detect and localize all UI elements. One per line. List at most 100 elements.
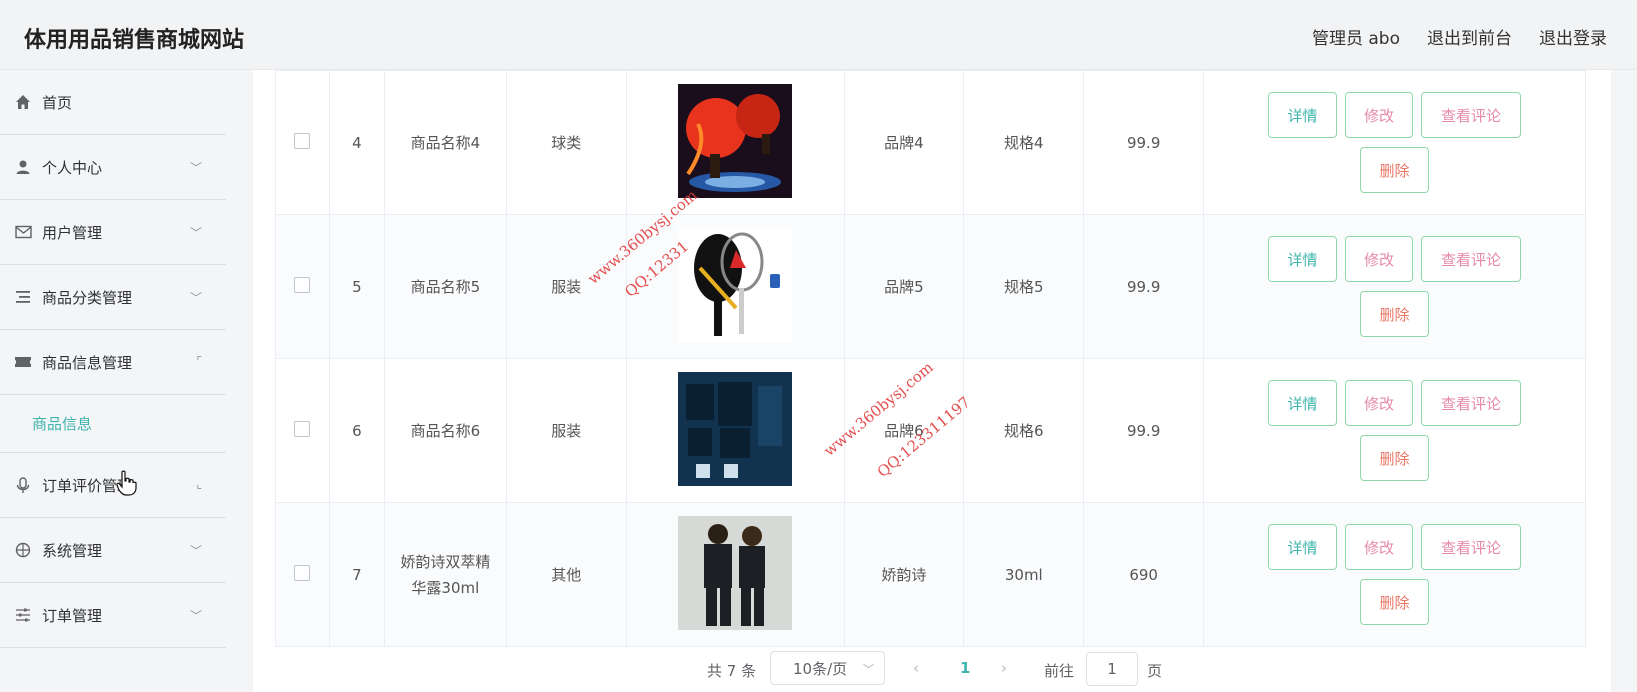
chevron-down-icon: ﹀ xyxy=(863,663,874,676)
sidebar-item-personal[interactable]: 个人中心 ﹀ xyxy=(0,135,226,200)
detail-button[interactable]: 详情 xyxy=(1268,380,1338,426)
sidebar-item-label: 商品信息管理 xyxy=(42,353,133,372)
view-reviews-button[interactable]: 查看评论 xyxy=(1421,236,1522,282)
view-reviews-button[interactable]: 查看评论 xyxy=(1421,524,1522,570)
cell-spec: 规格5 xyxy=(963,214,1085,359)
row-actions: 详情 修改 查看评论 删除 xyxy=(1265,236,1525,337)
product-image-tracksuit xyxy=(678,515,793,630)
page-number-current[interactable]: 1 xyxy=(960,659,970,677)
cell-id: 6 xyxy=(328,358,385,503)
cell-category: 服装 xyxy=(505,358,627,503)
ticket-icon xyxy=(14,353,32,371)
view-reviews-button[interactable]: 查看评论 xyxy=(1421,380,1522,426)
chevron-down-icon: ﹀ xyxy=(189,291,202,305)
sidebar-item-goods[interactable]: 商品信息管理 ⌜ xyxy=(0,330,226,395)
top-header: 体用用品销售商城网站 管理员 abo 退出到前台 退出登录 xyxy=(0,0,1637,70)
edit-button[interactable]: 修改 xyxy=(1345,236,1414,282)
cell-brand: 品牌4 xyxy=(843,70,965,215)
list-icon xyxy=(14,288,32,306)
chevron-down-icon: ﹀ xyxy=(189,161,202,175)
cell-spec: 30ml xyxy=(963,502,1085,647)
row-actions: 详情 修改 查看评论 删除 xyxy=(1265,524,1525,625)
cell-spec: 规格4 xyxy=(963,70,1085,215)
cell-name: 商品名称6 xyxy=(383,358,507,503)
product-image-jersey xyxy=(678,371,793,486)
page-size-value: 10条/页 xyxy=(793,659,848,678)
hand-cursor-icon xyxy=(116,470,137,496)
cell-brand: 品牌6 xyxy=(843,358,965,503)
admin-label: 管理员 abo xyxy=(1311,29,1400,49)
goods-table: 4 商品名称4 球类 品牌4 规格4 99.9 详情 修改 查看评论 删除 5 … xyxy=(275,70,1586,647)
cell-id: 7 xyxy=(328,502,385,647)
next-page-icon[interactable]: › xyxy=(1001,659,1007,677)
row-checkbox[interactable] xyxy=(294,276,311,293)
chevron-down-icon: ⌞ xyxy=(196,477,202,491)
cell-category: 其他 xyxy=(505,502,627,647)
sidebar-item-label: 首页 xyxy=(42,93,73,112)
sidebar-subitem-goods-info[interactable]: 商品信息 xyxy=(0,395,226,453)
exit-to-front-link[interactable]: 退出到前台 xyxy=(1427,24,1512,49)
row-checkbox[interactable] xyxy=(294,420,311,437)
table-row: 7 娇韵诗双萃精华露30ml 其他 娇韵诗 30ml 690 详情 修改 查看评… xyxy=(275,502,1586,647)
row-checkbox[interactable] xyxy=(294,132,311,149)
table-row: 5 商品名称5 服装 品牌5 规格5 99.9 详情 修改 查看评论 删除 xyxy=(275,214,1586,359)
page-size-select[interactable]: 10条/页 ﹀ xyxy=(770,651,885,685)
sidebar-item-label: 订单管理 xyxy=(42,606,103,625)
detail-button[interactable]: 详情 xyxy=(1268,236,1338,282)
row-checkbox[interactable] xyxy=(294,564,311,581)
cell-id: 4 xyxy=(328,70,385,215)
chevron-up-icon: ⌜ xyxy=(196,354,202,368)
delete-button[interactable]: 删除 xyxy=(1360,579,1430,625)
sidebar-item-orders[interactable]: 订单管理 ﹀ xyxy=(0,583,226,648)
user-icon xyxy=(14,158,32,176)
logout-link[interactable]: 退出登录 xyxy=(1539,24,1607,49)
chevron-down-icon: ﹀ xyxy=(189,544,202,558)
product-image-racket xyxy=(678,227,793,342)
pagination: 共 7 条 10条/页 ﹀ ‹ 1 › 前往 1 页 xyxy=(253,648,1611,692)
cell-spec: 规格6 xyxy=(963,358,1085,503)
sidebar: 首页 个人中心 ﹀ 用户管理 ﹀ 商品分类管理 ﹀ 商品信息管理 ⌜ 商品信息 … xyxy=(0,70,226,692)
goto-unit: 页 xyxy=(1147,662,1163,680)
cell-name: 商品名称4 xyxy=(383,70,507,215)
detail-button[interactable]: 详情 xyxy=(1268,524,1338,570)
home-icon xyxy=(14,93,32,111)
sidebar-item-category[interactable]: 商品分类管理 ﹀ xyxy=(0,265,226,330)
header-actions: 管理员 abo 退出到前台 退出登录 xyxy=(1312,24,1607,49)
pagination-total: 共 7 条 xyxy=(707,662,757,680)
sidebar-item-home[interactable]: 首页 xyxy=(0,70,226,135)
cell-price: 99.9 xyxy=(1083,214,1205,359)
chevron-down-icon: ﹀ xyxy=(189,609,202,623)
main-content: 4 商品名称4 球类 品牌4 规格4 99.9 详情 修改 查看评论 删除 5 … xyxy=(253,70,1611,692)
table-row: 6 商品名称6 服装 品牌6 规格6 99.9 详情 修改 查看评论 删除 xyxy=(275,358,1586,503)
cell-brand: 娇韵诗 xyxy=(843,502,965,647)
prev-page-icon[interactable]: ‹ xyxy=(913,659,919,677)
table-row: 4 商品名称4 球类 品牌4 规格4 99.9 详情 修改 查看评论 删除 xyxy=(275,70,1586,215)
cell-price: 690 xyxy=(1083,502,1205,647)
sidebar-item-label: 用户管理 xyxy=(42,223,103,242)
site-title: 体用用品销售商城网站 xyxy=(24,28,245,53)
view-reviews-button[interactable]: 查看评论 xyxy=(1421,92,1522,138)
cell-name: 娇韵诗双萃精华露30ml xyxy=(383,502,507,647)
sidebar-item-users[interactable]: 用户管理 ﹀ xyxy=(0,200,226,265)
cell-brand: 品牌5 xyxy=(843,214,965,359)
microphone-icon xyxy=(14,476,32,494)
edit-button[interactable]: 修改 xyxy=(1345,524,1414,570)
goto-page-input[interactable]: 1 xyxy=(1086,652,1138,686)
cell-name-text: 娇韵诗双萃精华露30ml xyxy=(400,552,491,597)
row-actions: 详情 修改 查看评论 删除 xyxy=(1265,380,1525,481)
sliders-icon xyxy=(14,606,32,624)
sidebar-item-order-review[interactable]: 订单评价管理 ⌞ xyxy=(0,453,226,518)
delete-button[interactable]: 删除 xyxy=(1360,435,1430,481)
row-actions: 详情 修改 查看评论 删除 xyxy=(1265,92,1525,193)
mail-icon xyxy=(14,223,32,241)
delete-button[interactable]: 删除 xyxy=(1360,291,1430,337)
goto-label: 前往 xyxy=(1044,662,1075,680)
detail-button[interactable]: 详情 xyxy=(1268,92,1338,138)
edit-button[interactable]: 修改 xyxy=(1345,380,1414,426)
delete-button[interactable]: 删除 xyxy=(1360,147,1430,193)
cell-name: 商品名称5 xyxy=(383,214,507,359)
sidebar-item-system[interactable]: 系统管理 ﹀ xyxy=(0,518,226,583)
product-image-pingpong xyxy=(678,83,793,198)
cell-category: 球类 xyxy=(505,70,627,215)
edit-button[interactable]: 修改 xyxy=(1345,92,1414,138)
